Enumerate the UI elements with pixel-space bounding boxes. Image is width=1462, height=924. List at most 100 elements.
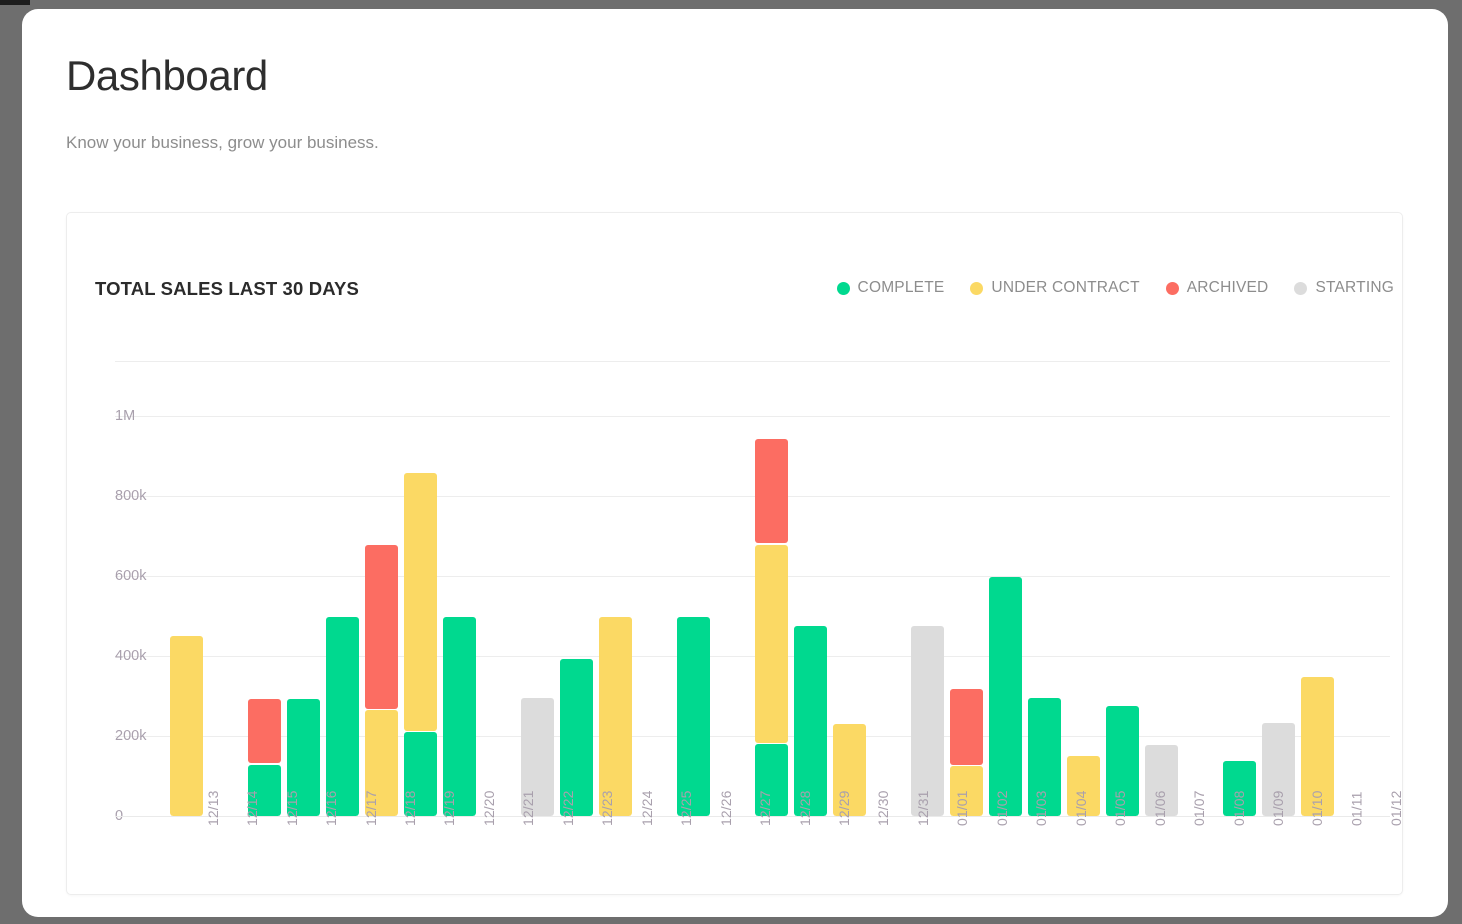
bar-segment-under-contract[interactable] — [170, 636, 203, 816]
bar-segment-archived[interactable] — [365, 544, 398, 709]
y-axis-tick-label: 200k — [115, 728, 147, 744]
x-label-slot: 01/01 — [917, 790, 970, 888]
bar-slot[interactable] — [284, 416, 323, 816]
bar-slot[interactable] — [713, 416, 752, 816]
total-sales-chart-card: TOTAL SALES LAST 30 DAYS COMPLETE UNDER C… — [66, 212, 1404, 896]
x-label-slot: 01/04 — [1035, 790, 1088, 888]
x-label-slot: 12/13 — [167, 790, 220, 888]
x-label-slot: 01/12 — [1351, 790, 1404, 888]
bar-stack[interactable] — [170, 635, 203, 816]
bar-segment-under-contract[interactable] — [599, 616, 632, 816]
bar-slot[interactable] — [167, 416, 206, 816]
bar-slot[interactable] — [401, 416, 440, 816]
x-label-slot: 12/18 — [364, 790, 418, 888]
x-label-slot: 01/10 — [1272, 790, 1325, 888]
x-axis-labels: 12/13 12/14 12/15 12/16 12/17 12/18 12/19 12/20… — [167, 790, 1404, 888]
x-label-slot: 12/21 — [483, 790, 536, 888]
x-label-slot: 01/02 — [956, 790, 1010, 888]
x-axis-tick-label: 01/12 — [1388, 790, 1405, 826]
bar-slot[interactable] — [674, 416, 713, 816]
chart-plot: 0 200k 400k 600k 800k 1M 12/13 12/14 12/15 12/16… — [67, 213, 1404, 896]
app-window: Dashboard Know your business, grow your … — [22, 9, 1448, 917]
x-label-slot: 01/09 — [1232, 790, 1286, 888]
bar-stack[interactable] — [443, 615, 476, 816]
x-label-slot: 12/15 — [246, 790, 299, 888]
x-label-slot: 01/08 — [1193, 790, 1246, 888]
bar-stack[interactable] — [989, 575, 1022, 816]
window-chrome-strip — [0, 0, 30, 5]
x-label-slot: 12/22 — [522, 790, 576, 888]
x-label-slot: 12/29 — [798, 790, 852, 888]
bar-slot[interactable] — [1025, 416, 1064, 816]
bar-segment-starting[interactable] — [911, 626, 944, 816]
page-title: Dashboard — [66, 52, 268, 99]
bar-segment-complete[interactable] — [989, 576, 1022, 816]
x-label-slot: 01/06 — [1114, 790, 1167, 888]
bar-stack[interactable] — [911, 625, 944, 816]
bar-slot[interactable] — [1181, 416, 1220, 816]
bar-stack[interactable] — [794, 625, 827, 816]
bar-slot[interactable] — [479, 416, 518, 816]
x-label-slot: 12/20 — [443, 790, 497, 888]
bar-slot[interactable] — [1142, 416, 1181, 816]
bar-slot[interactable] — [1220, 416, 1259, 816]
x-label-slot: 12/23 — [562, 790, 615, 888]
x-label-slot: 12/25 — [640, 790, 694, 888]
x-label-slot: 12/14 — [206, 790, 260, 888]
x-label-slot: 01/11 — [1311, 792, 1364, 888]
bar-slot[interactable] — [947, 416, 986, 816]
bar-slot[interactable] — [1064, 416, 1103, 816]
bar-segment-under-contract[interactable] — [755, 544, 788, 743]
bar-slot[interactable] — [791, 416, 830, 816]
bar-slot[interactable] — [557, 416, 596, 816]
bar-stack[interactable] — [326, 615, 359, 816]
gridline-top — [115, 361, 1390, 362]
x-label-slot: 01/05 — [1074, 790, 1128, 888]
x-label-slot: 12/27 — [719, 790, 773, 888]
bar-slot[interactable] — [245, 416, 284, 816]
bar-slot[interactable] — [1337, 416, 1376, 816]
x-label-slot: 12/17 — [325, 790, 378, 888]
bar-segment-under-contract[interactable] — [404, 472, 437, 731]
x-label-slot: 01/03 — [996, 790, 1049, 888]
bar-stack[interactable] — [755, 438, 788, 816]
bar-stack[interactable] — [677, 615, 710, 816]
x-label-slot: 12/30 — [838, 790, 891, 888]
bar-segment-archived[interactable] — [755, 439, 788, 543]
plot-area: 0 200k 400k 600k 800k 1M — [115, 353, 1390, 824]
bar-slot[interactable] — [1103, 416, 1142, 816]
bar-segment-complete[interactable] — [794, 626, 827, 816]
y-axis-tick-label: 1M — [115, 408, 136, 424]
bar-stack[interactable] — [404, 471, 437, 816]
x-label-slot: 01/07 — [1153, 790, 1207, 888]
bar-slot[interactable] — [869, 416, 908, 816]
bar-slot[interactable] — [518, 416, 557, 816]
bar-segment-archived[interactable] — [248, 698, 281, 764]
bar-segment-archived[interactable] — [950, 688, 983, 765]
bar-stack[interactable] — [365, 543, 398, 816]
bar-slot[interactable] — [1259, 416, 1298, 816]
bar-slot[interactable] — [1298, 416, 1337, 816]
x-label-slot: 12/31 — [877, 790, 931, 888]
bar-slot[interactable] — [752, 416, 791, 816]
bar-slot[interactable] — [986, 416, 1025, 816]
bar-segment-complete[interactable] — [443, 616, 476, 816]
bar-slot[interactable] — [206, 416, 245, 816]
bar-slot[interactable] — [362, 416, 401, 816]
x-label-slot: 12/16 — [285, 790, 339, 888]
y-axis-tick-label: 400k — [115, 648, 147, 664]
bar-slot[interactable] — [830, 416, 869, 816]
bar-slot[interactable] — [635, 416, 674, 816]
page-subtitle: Know your business, grow your business. — [66, 133, 379, 153]
bar-segment-complete[interactable] — [326, 616, 359, 816]
y-axis-tick-label: 800k — [115, 488, 147, 504]
y-axis-tick-label: 600k — [115, 568, 147, 584]
bar-slot[interactable] — [596, 416, 635, 816]
bar-slot[interactable] — [908, 416, 947, 816]
bar-slot[interactable] — [323, 416, 362, 816]
bar-slot[interactable] — [440, 416, 479, 816]
bar-segment-complete[interactable] — [677, 616, 710, 816]
x-label-slot: 12/28 — [759, 790, 812, 888]
bar-stack[interactable] — [599, 615, 632, 816]
page-header: Dashboard Know your business, grow your … — [22, 9, 1448, 153]
